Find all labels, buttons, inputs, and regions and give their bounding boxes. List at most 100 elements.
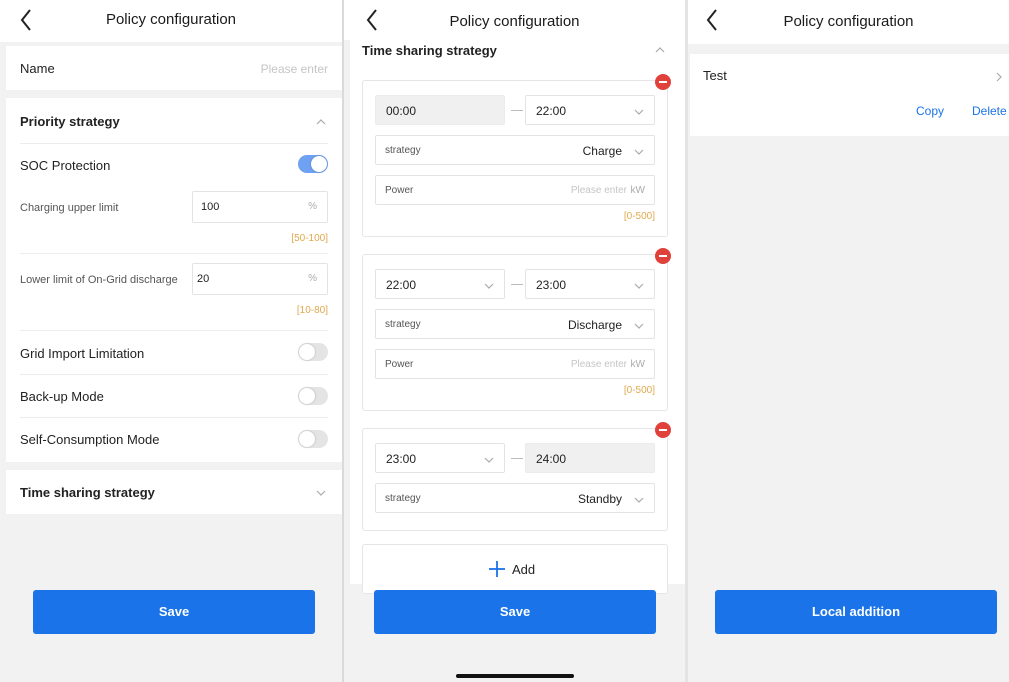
start-time-select[interactable]: 23:00 (375, 443, 505, 473)
strategy-select[interactable]: strategy Charge (375, 135, 655, 165)
charging-upper-value: 100 (201, 201, 220, 213)
local-addition-button[interactable]: Local addition (715, 590, 997, 634)
policy-config-screen-1: Policy configuration Name Please enter P… (0, 0, 342, 682)
end-time-value: 24:00 (536, 452, 567, 466)
policy-list-screen: Policy configuration Test Copy Delete Lo… (688, 0, 1009, 682)
top-bar: Policy configuration (344, 0, 685, 40)
time-sharing-card: Time sharing strategy 00:00 22:00 strate… (350, 40, 685, 594)
power-input[interactable]: Power Please enter kW (375, 349, 655, 379)
chevron-down-icon (483, 282, 495, 290)
toggle-knob (299, 431, 315, 447)
end-time-select[interactable]: 23:00 (525, 269, 655, 299)
strategy-value: Charge (582, 144, 622, 158)
divider (20, 374, 328, 375)
chevron-down-icon (633, 148, 645, 156)
divider (20, 330, 328, 331)
remove-period-icon[interactable] (655, 248, 671, 264)
backup-mode-label: Back-up Mode (20, 389, 104, 404)
start-time-value: 22:00 (386, 278, 417, 292)
policy-list-item[interactable]: Test Copy Delete (690, 54, 1009, 136)
add-period-button[interactable]: Add (362, 544, 668, 594)
plus-icon (489, 561, 505, 577)
remove-period-icon[interactable] (655, 422, 671, 438)
strategy-value: Discharge (567, 318, 622, 332)
divider (20, 143, 328, 144)
self-consumption-toggle[interactable] (298, 430, 328, 448)
top-bar: Policy configuration (0, 0, 342, 42)
lower-discharge-value: 20 (197, 273, 210, 285)
chevron-right-icon[interactable] (995, 71, 1003, 83)
soc-protection-label: SOC Protection (20, 158, 111, 173)
name-row[interactable]: Name Please enter (6, 46, 342, 90)
priority-strategy-header[interactable]: Priority strategy (20, 114, 120, 129)
remove-period-icon[interactable] (655, 74, 671, 90)
divider (20, 253, 328, 254)
end-time-value: 23:00 (536, 278, 567, 292)
range-dash (511, 284, 523, 285)
page-title: Policy configuration (783, 13, 914, 30)
power-label: Power (385, 185, 414, 196)
policy-name: Test (703, 68, 727, 83)
strategy-select[interactable]: strategy Standby (375, 483, 655, 513)
chevron-up-icon[interactable] (315, 118, 327, 126)
strategy-label: strategy (385, 493, 421, 504)
name-input[interactable]: Please enter (261, 62, 328, 76)
end-time-select[interactable]: 22:00 (525, 95, 655, 125)
strategy-select[interactable]: strategy Discharge (375, 309, 655, 339)
chevron-down-icon (633, 108, 645, 116)
period-card: 00:00 22:00 strategy Charge Power Please… (362, 80, 668, 237)
top-bar: Policy configuration (688, 0, 1009, 44)
power-unit: kW (630, 359, 645, 370)
delete-button[interactable]: Delete (972, 104, 1007, 118)
period-card: 22:00 23:00 strategy Discharge Power Ple… (362, 254, 668, 411)
end-time-select[interactable]: 24:00 (525, 443, 655, 473)
toggle-knob (311, 156, 327, 172)
divider (20, 417, 328, 418)
charging-upper-range: [50-100] (291, 233, 328, 244)
range-dash (511, 458, 523, 459)
power-range: [0-500] (623, 211, 655, 222)
lower-discharge-input[interactable]: 20 % (192, 263, 328, 295)
time-sharing-header[interactable]: Time sharing strategy (362, 43, 497, 58)
power-placeholder: Please enter (570, 185, 627, 196)
copy-button[interactable]: Copy (916, 104, 944, 118)
chevron-up-icon[interactable] (654, 46, 666, 54)
period-card: 23:00 24:00 strategy Standby (362, 428, 668, 531)
policy-config-screen-2: Policy configuration Time sharing strate… (344, 0, 685, 682)
start-time-select[interactable]: 00:00 (375, 95, 505, 125)
self-consumption-label: Self-Consumption Mode (20, 432, 160, 447)
time-sharing-label: Time sharing strategy (20, 485, 155, 500)
toggle-knob (299, 388, 315, 404)
start-time-value: 23:00 (386, 452, 417, 466)
strategy-label: strategy (385, 319, 421, 330)
end-time-value: 22:00 (536, 104, 567, 118)
chevron-down-icon[interactable] (315, 489, 327, 497)
start-time-select[interactable]: 22:00 (375, 269, 505, 299)
save-button[interactable]: Save (374, 590, 656, 634)
backup-mode-toggle[interactable] (298, 387, 328, 405)
charging-upper-label: Charging upper limit (20, 202, 119, 214)
soc-protection-toggle[interactable] (298, 155, 328, 173)
range-dash (511, 110, 523, 111)
name-label: Name (20, 61, 55, 76)
toggle-knob (299, 344, 315, 360)
start-time-value: 00:00 (386, 104, 417, 118)
power-input[interactable]: Power Please enter kW (375, 175, 655, 205)
percent-unit: % (308, 201, 317, 212)
power-range: [0-500] (623, 385, 655, 396)
time-sharing-header[interactable]: Time sharing strategy (6, 470, 342, 514)
page-title: Policy configuration (105, 11, 237, 28)
power-label: Power (385, 359, 414, 370)
chevron-down-icon (483, 456, 495, 464)
lower-discharge-label: Lower limit of On-Grid discharge (20, 274, 178, 286)
page-title: Policy configuration (449, 13, 580, 30)
chevron-down-icon (633, 496, 645, 504)
home-indicator (456, 674, 574, 678)
chevron-down-icon (633, 322, 645, 330)
charging-upper-input[interactable]: 100 % (192, 191, 328, 223)
percent-unit: % (308, 273, 317, 284)
grid-import-toggle[interactable] (298, 343, 328, 361)
lower-discharge-range: [10-80] (296, 305, 328, 316)
strategy-label: strategy (385, 145, 421, 156)
save-button[interactable]: Save (33, 590, 315, 634)
